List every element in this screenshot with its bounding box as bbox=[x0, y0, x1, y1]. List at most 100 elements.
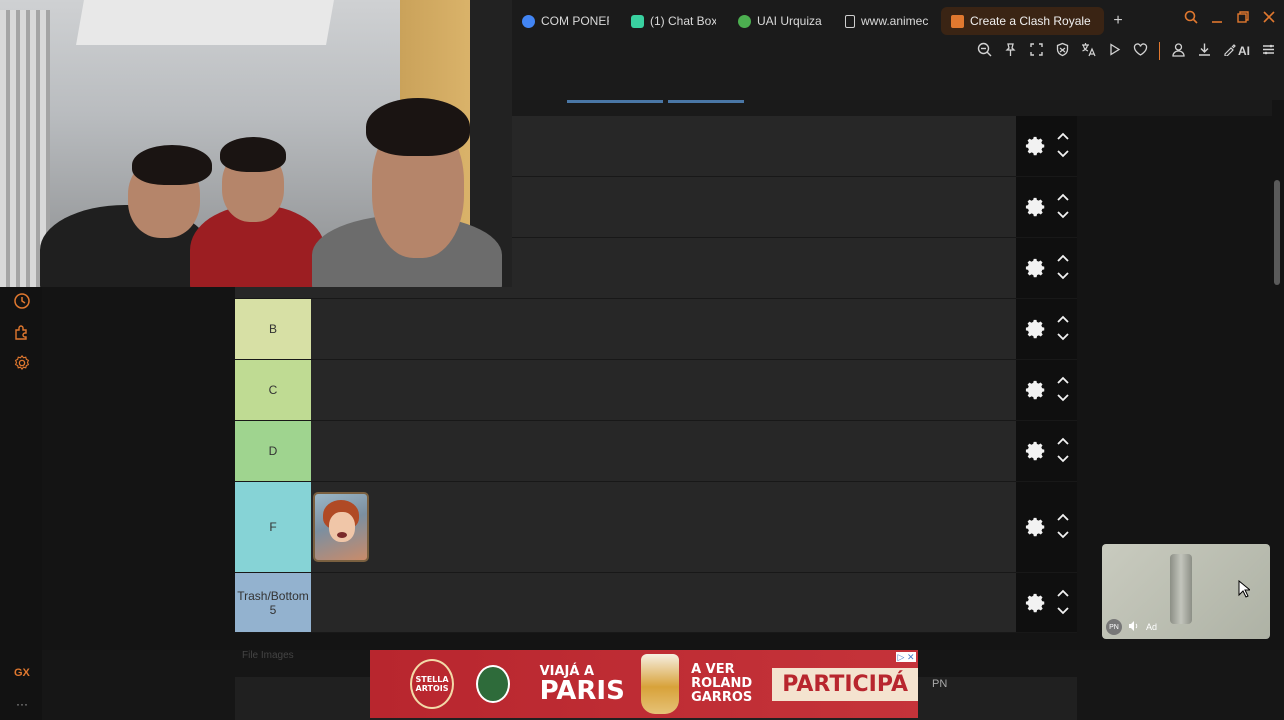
tab-label: COM PONER bbox=[541, 14, 609, 28]
chevron-up-icon[interactable] bbox=[1056, 311, 1070, 329]
chevron-up-icon[interactable] bbox=[1056, 250, 1070, 268]
ad-subtext-line: A VER bbox=[691, 662, 735, 677]
tier-label[interactable]: C bbox=[235, 360, 311, 420]
chevron-up-icon[interactable] bbox=[1056, 509, 1070, 527]
window-controls bbox=[1184, 10, 1276, 27]
search-icon[interactable] bbox=[1184, 10, 1198, 27]
ad-close-button[interactable]: ▷ ✕ bbox=[896, 652, 916, 662]
more-icon[interactable]: ··· bbox=[16, 697, 28, 711]
chat-icon bbox=[631, 14, 644, 28]
tier-label[interactable]: D bbox=[235, 421, 311, 481]
download-icon[interactable] bbox=[1197, 42, 1212, 60]
chevron-up-icon[interactable] bbox=[1056, 585, 1070, 603]
gear-icon[interactable] bbox=[1022, 315, 1050, 343]
chevron-down-icon[interactable] bbox=[1056, 603, 1070, 621]
pip-controls: PN Ad bbox=[1106, 619, 1157, 635]
file-images-label: File Images bbox=[242, 650, 294, 661]
gear-icon[interactable] bbox=[1022, 589, 1050, 617]
browser-sidebar: GX ··· bbox=[0, 287, 42, 720]
gear-icon[interactable] bbox=[1022, 376, 1050, 404]
zoom-out-icon[interactable] bbox=[977, 42, 992, 60]
history-icon[interactable] bbox=[13, 292, 31, 310]
close-icon[interactable] bbox=[1262, 10, 1276, 27]
chevron-up-icon[interactable] bbox=[1056, 433, 1070, 451]
page-scrollbar[interactable] bbox=[1274, 180, 1280, 285]
tier-controls bbox=[1016, 421, 1077, 481]
ai-button[interactable]: AI bbox=[1223, 43, 1250, 59]
tier-controls bbox=[1016, 360, 1077, 420]
tier-row-b: B bbox=[235, 299, 1077, 360]
gear-icon[interactable] bbox=[1022, 132, 1050, 160]
tier-drop-zone[interactable] bbox=[311, 482, 1016, 572]
card-art-mouth bbox=[337, 532, 347, 538]
character-card[interactable] bbox=[313, 492, 369, 562]
screen: COM PONER (1) Chat Box UAI Urquiza www.a… bbox=[0, 0, 1284, 720]
chevron-down-icon[interactable] bbox=[1056, 390, 1070, 408]
tab-chat-box[interactable]: (1) Chat Box bbox=[621, 7, 726, 35]
snapshot-icon[interactable] bbox=[1029, 42, 1044, 60]
header-button[interactable] bbox=[567, 100, 663, 103]
tab-label: Create a Clash Royale bbox=[970, 14, 1091, 28]
volume-icon[interactable] bbox=[1128, 620, 1140, 634]
tab-label: UAI Urquiza bbox=[757, 14, 822, 28]
settings-icon[interactable] bbox=[13, 354, 31, 372]
tier-controls bbox=[1016, 482, 1077, 572]
menu-icon[interactable] bbox=[1261, 42, 1276, 60]
pin-icon[interactable] bbox=[1003, 42, 1018, 60]
restore-icon[interactable] bbox=[1236, 10, 1250, 27]
ad-headline: VIAJÁ A PARIS bbox=[539, 665, 625, 706]
chevron-down-icon[interactable] bbox=[1056, 451, 1070, 469]
tab-animec[interactable]: www.animec bbox=[835, 7, 939, 35]
tab-create-clash-royale[interactable]: Create a Clash Royale bbox=[941, 7, 1104, 35]
page-icon bbox=[845, 14, 855, 28]
chevron-down-icon[interactable] bbox=[1056, 207, 1070, 225]
new-tab-button[interactable]: + bbox=[1108, 12, 1128, 30]
tier-label[interactable]: F bbox=[235, 482, 311, 572]
gear-icon[interactable] bbox=[1022, 254, 1050, 282]
minimize-icon[interactable] bbox=[1210, 10, 1224, 27]
tab-strip: COM PONER (1) Chat Box UAI Urquiza www.a… bbox=[512, 6, 1128, 36]
extensions-icon[interactable] bbox=[13, 323, 31, 341]
tier-controls bbox=[1016, 299, 1077, 359]
tier-row-f: F bbox=[235, 482, 1077, 573]
ad-subtext: A VER ROLAND GARROS bbox=[691, 663, 752, 705]
gear-icon[interactable] bbox=[1022, 513, 1050, 541]
reorder-arrows bbox=[1056, 585, 1070, 621]
chevron-down-icon[interactable] bbox=[1056, 329, 1070, 347]
translate-icon[interactable] bbox=[1081, 42, 1096, 60]
ad-headline-main: PARIS bbox=[539, 676, 625, 706]
tab-com-poner[interactable]: COM PONER bbox=[512, 7, 619, 35]
header-button[interactable] bbox=[668, 100, 744, 103]
ad-cta-button[interactable]: PARTICIPÁ bbox=[772, 667, 918, 701]
tier-drop-zone[interactable] bbox=[311, 421, 1016, 481]
webcam-ceiling bbox=[76, 0, 334, 45]
heart-icon[interactable] bbox=[1133, 42, 1148, 60]
google-icon bbox=[522, 14, 535, 28]
chevron-up-icon[interactable] bbox=[1056, 189, 1070, 207]
chevron-up-icon[interactable] bbox=[1056, 372, 1070, 390]
tier-controls bbox=[1016, 238, 1077, 298]
profile-icon[interactable] bbox=[1171, 42, 1186, 60]
page-header-strip bbox=[512, 100, 1272, 116]
pip-can-image bbox=[1170, 554, 1192, 624]
shield-icon[interactable] bbox=[1055, 42, 1070, 60]
chevron-down-icon[interactable] bbox=[1056, 527, 1070, 545]
toolbar-divider bbox=[1159, 42, 1160, 60]
tier-label[interactable]: Trash/Bottom 5 bbox=[235, 573, 311, 632]
tier-drop-zone[interactable] bbox=[311, 573, 1016, 632]
ad-subtext-line: GARROS bbox=[691, 690, 753, 705]
chevron-down-icon[interactable] bbox=[1056, 146, 1070, 164]
gear-icon[interactable] bbox=[1022, 193, 1050, 221]
chevron-up-icon[interactable] bbox=[1056, 128, 1070, 146]
tier-drop-zone[interactable] bbox=[311, 360, 1016, 420]
tier-drop-zone[interactable] bbox=[311, 299, 1016, 359]
tier-label[interactable]: B bbox=[235, 299, 311, 359]
ad-banner[interactable]: ▷ ✕ STELLA ARTOIS VIAJÁ A PARIS A VER RO… bbox=[370, 650, 918, 718]
chevron-down-icon[interactable] bbox=[1056, 268, 1070, 286]
gx-logo[interactable]: GX bbox=[14, 667, 30, 679]
webcam-overlay bbox=[0, 0, 512, 287]
pip-badge[interactable]: PN bbox=[1106, 619, 1122, 635]
play-icon[interactable] bbox=[1107, 42, 1122, 60]
gear-icon[interactable] bbox=[1022, 437, 1050, 465]
tab-uai-urquiza[interactable]: UAI Urquiza bbox=[728, 7, 833, 35]
